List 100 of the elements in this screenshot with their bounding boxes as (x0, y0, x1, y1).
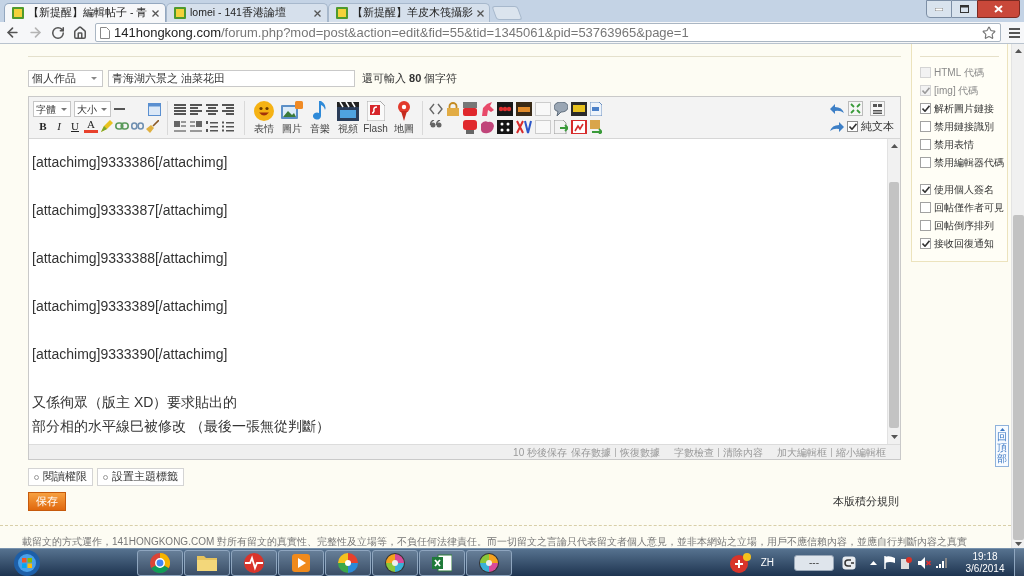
scrollbar-thumb[interactable] (1012, 215, 1024, 540)
film-tile-icon[interactable] (516, 101, 532, 116)
tube-logo-icon[interactable] (463, 101, 477, 116)
code-icon[interactable] (429, 101, 443, 116)
music-button[interactable]: 音樂 (307, 101, 332, 134)
editor-text-area[interactable]: [attachimg]9333386[/attachimg] [attachimg]9333387[/attachimg] [attachimg]9333388[/attachimg] [attachimg]9333389[/attachimg] [attachimg]9333390[/attachimg] 又係徇眾（版主 XD）要求貼出的 部分相的水平線巳被修改 （最後一張無從判斷） (29, 139, 887, 444)
taskbar-button[interactable] (466, 549, 512, 576)
flag-icon[interactable] (884, 556, 895, 569)
maximize-button[interactable] (952, 0, 977, 18)
signal-bars-icon[interactable] (936, 557, 948, 568)
bold-button[interactable]: B (36, 119, 50, 133)
scroll-down-icon[interactable] (890, 435, 898, 439)
taskbar-button[interactable] (184, 549, 230, 576)
align-left-icon[interactable] (190, 103, 202, 115)
close-icon[interactable] (477, 9, 484, 17)
blob-icon[interactable] (480, 119, 494, 134)
badge-tile-icon[interactable] (571, 101, 587, 116)
home-icon[interactable] (73, 25, 87, 40)
taskbar-button[interactable] (372, 549, 418, 576)
italic-button[interactable]: I (52, 119, 66, 133)
document-icon[interactable] (590, 101, 602, 116)
font-color-button[interactable]: A (84, 119, 98, 133)
checkbox[interactable] (920, 201, 931, 213)
close-icon[interactable] (152, 9, 159, 17)
checkbox[interactable] (920, 219, 931, 231)
option-button[interactable]: 設置主題標籤 (97, 468, 184, 486)
tube-logo-icon[interactable] (463, 119, 477, 134)
window-close-button[interactable] (977, 0, 1020, 18)
layout-icon[interactable] (870, 101, 885, 116)
input-language-indicator[interactable]: ZH (760, 555, 774, 570)
scroll-up-icon[interactable] (1014, 49, 1022, 53)
bookmark-star-icon[interactable] (982, 25, 996, 40)
link-icon[interactable] (115, 121, 129, 131)
unlink-icon[interactable] (131, 121, 144, 131)
redo-icon[interactable] (830, 121, 844, 132)
warning-tray-icon[interactable] (900, 556, 912, 569)
scroll-down-icon[interactable] (1014, 542, 1022, 546)
browser-tab[interactable]: 【新提醒】編輯帖子 - 青 (4, 3, 166, 22)
title-input[interactable]: 青海湖六景之 油菜花田 (108, 70, 355, 87)
taskbar-button[interactable] (137, 549, 183, 576)
alert-app-icon[interactable] (728, 552, 751, 573)
taskbar-button[interactable] (231, 549, 277, 576)
back-icon[interactable] (5, 25, 20, 40)
align-center-icon[interactable] (206, 103, 218, 115)
highlighter-icon[interactable] (100, 119, 113, 133)
picture-frame-icon[interactable] (571, 119, 587, 134)
menu-icon[interactable] (1009, 27, 1020, 38)
reload-icon[interactable] (51, 25, 65, 40)
size-select[interactable]: 大小 (74, 101, 111, 117)
checkbox[interactable] (920, 102, 931, 114)
back-to-top-button[interactable]: 回頂部 (995, 425, 1009, 467)
dots-tile-icon[interactable] (497, 119, 513, 134)
plug-icon[interactable] (842, 555, 856, 570)
checkbox[interactable] (920, 183, 931, 195)
fullscreen-icon[interactable] (848, 101, 863, 116)
padlock-icon[interactable] (446, 101, 460, 116)
taskbar-button[interactable] (278, 549, 324, 576)
clock[interactable]: 19:18 3/6/2014 (960, 550, 1010, 575)
browser-tab[interactable]: lomei - 141香港論壇 (166, 3, 328, 22)
checkbox[interactable] (920, 138, 931, 150)
checkbox[interactable] (920, 120, 931, 132)
image-button[interactable]: 圖片 (279, 101, 304, 134)
emoji-button[interactable]: 表情 (251, 101, 276, 134)
float-left-icon[interactable] (174, 120, 186, 132)
blank-tile-icon[interactable] (535, 119, 551, 134)
counter-tile-icon[interactable] (497, 101, 513, 116)
disclaimer-text: 載留文的方式運作，141HONGKONG.COM 對所有留文的真實性、完整性及立場等，不負任何法律責任。而一切留文之言論只代表留文者個人意見，並非本網站之立場，用戶不應信賴內容，並應自行判斷內容之真實 (22, 536, 968, 547)
float-right-icon[interactable] (190, 120, 202, 132)
align-right-icon[interactable] (222, 103, 234, 115)
muted-speaker-icon[interactable] (918, 556, 931, 569)
start-orb-icon[interactable] (14, 549, 40, 576)
window-icon[interactable] (148, 102, 161, 116)
cross-tile-icon[interactable] (516, 119, 532, 134)
option-button[interactable]: 閱讀權限 (28, 468, 93, 486)
checkbox[interactable] (847, 121, 858, 132)
underline-button[interactable]: U (68, 119, 82, 133)
show-desktop-button[interactable] (1014, 549, 1024, 576)
address-field[interactable]: 141hongkong.com/forum.php?mod=post&action=edit&fid=55&tid=1345061&pid=53763965&page=1 (95, 23, 1001, 42)
close-icon[interactable] (314, 9, 321, 17)
scroll-up-icon[interactable] (890, 144, 898, 148)
taskbar-button[interactable] (419, 549, 465, 576)
speech-bubble-icon[interactable] (554, 101, 568, 116)
font-select[interactable]: 字體 (33, 101, 72, 117)
scrollbar-thumb[interactable] (889, 182, 899, 428)
map-button[interactable]: 地圖 (391, 101, 416, 134)
category-select[interactable]: 個人作品 (28, 70, 103, 87)
flash-button[interactable]: Flash (363, 101, 388, 134)
numbered-list-icon[interactable] (206, 120, 218, 132)
blank-tile-icon[interactable] (535, 101, 551, 116)
justify-icon[interactable] (174, 103, 186, 115)
undo-icon[interactable] (830, 103, 844, 114)
taskbar-button[interactable] (325, 549, 371, 576)
bullet-list-icon[interactable] (222, 120, 234, 132)
video-button[interactable]: 視頻 (335, 101, 360, 134)
broom-icon[interactable] (146, 119, 159, 133)
browser-tab[interactable]: 【新提醒】羊皮木筏攝影 (328, 3, 490, 22)
rules-link[interactable]: 本版積分規則 (833, 493, 899, 510)
tray-expand-icon[interactable] (870, 560, 877, 565)
checkbox[interactable] (920, 156, 931, 168)
checkbox[interactable] (920, 237, 931, 249)
